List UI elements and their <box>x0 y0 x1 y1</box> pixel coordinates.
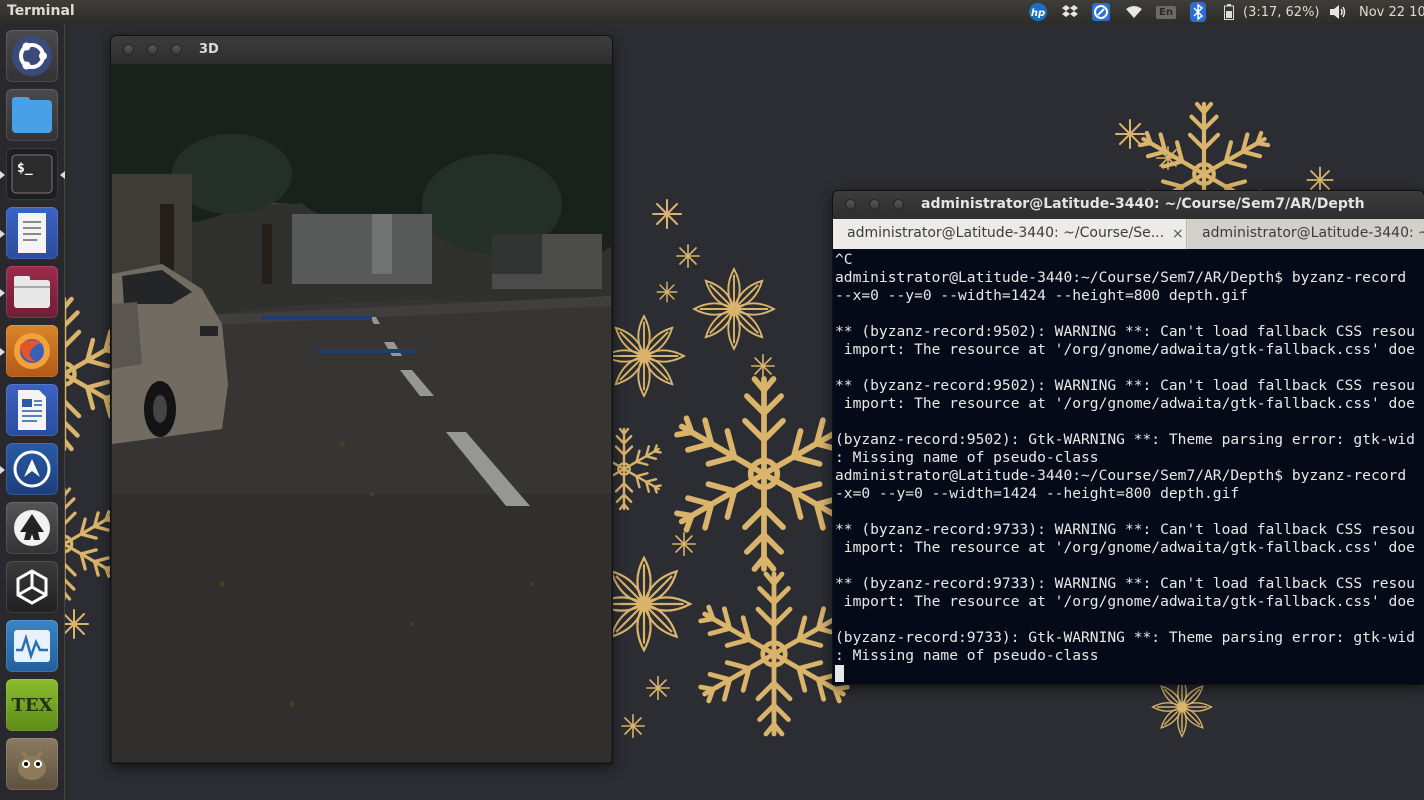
battery-status[interactable]: (3:17, 62%) <box>1243 0 1320 24</box>
maximize-icon[interactable] <box>171 44 182 55</box>
pulse-icon <box>14 630 50 662</box>
firefox-icon <box>14 333 50 369</box>
keyboard-layout-label: En <box>1156 5 1176 19</box>
window-3d: 3D <box>111 36 612 763</box>
terminal-title: administrator@Latitude-3440: ~/Course/Se… <box>921 196 1365 212</box>
terminal-line: ** (byzanz-record:9733): WARNING **: Can… <box>835 521 1415 538</box>
clock[interactable]: Nov 22 10 <box>1359 0 1424 24</box>
launcher-item-texmaker[interactable]: TEX <box>6 679 58 731</box>
launcher-item-unity[interactable] <box>6 561 58 613</box>
launcher-item-firefox[interactable] <box>0 325 58 377</box>
battery-icon[interactable] <box>1222 0 1236 24</box>
inkscape-icon <box>14 510 50 546</box>
terminal-prompt-line <box>835 665 1424 683</box>
document-icon <box>18 213 46 253</box>
wolf-icon <box>13 450 51 488</box>
svg-text:$_: $_ <box>17 161 33 176</box>
wifi-icon[interactable] <box>1124 0 1144 24</box>
terminal-icon: $_ <box>11 154 53 194</box>
terminal-tab-2[interactable]: administrator@Latitude-3440: ~/C <box>1188 219 1424 249</box>
close-icon[interactable] <box>123 44 134 55</box>
writer-icon <box>18 390 46 430</box>
volume-icon[interactable] <box>1328 0 1348 24</box>
launcher-item-libreoffice-writer[interactable] <box>6 384 58 436</box>
minimize-icon[interactable] <box>869 199 880 210</box>
terminal-line: administrator@Latitude-3440:~/Course/Sem… <box>835 269 1407 286</box>
launcher-item-terminal[interactable]: $_ <box>0 148 65 200</box>
camera-view[interactable] <box>112 64 611 762</box>
browser-tray-icon[interactable] <box>1090 0 1112 24</box>
terminal-line: ^C <box>835 251 853 268</box>
terminal-line: ** (byzanz-record:9733): WARNING **: Can… <box>835 575 1415 592</box>
terminal-window: administrator@Latitude-3440: ~/Course/Se… <box>833 191 1424 684</box>
terminal-output[interactable]: ^C administrator@Latitude-3440:~/Course/S… <box>835 249 1424 686</box>
text-cursor <box>835 665 844 682</box>
keyboard-layout-indicator[interactable]: En <box>1156 0 1176 24</box>
terminal-line: import: The resource at '/org/gnome/adwa… <box>835 341 1415 358</box>
launcher-item-files-blue[interactable] <box>6 89 58 141</box>
terminal-line: (byzanz-record:9733): Gtk-WARNING **: Th… <box>835 629 1415 646</box>
terminal-tab-1[interactable]: administrator@Latitude-3440: ~/Course/Se… <box>833 219 1187 249</box>
terminal-titlebar[interactable]: administrator@Latitude-3440: ~/Course/Se… <box>833 191 1424 219</box>
terminal-line: : Missing name of pseudo-class <box>835 449 1099 466</box>
window-3d-titlebar[interactable]: 3D <box>111 36 612 64</box>
ubuntu-logo-icon <box>12 36 52 76</box>
terminal-line: import: The resource at '/org/gnome/adwa… <box>835 539 1415 556</box>
gimp-icon <box>18 750 46 780</box>
close-icon[interactable] <box>845 199 856 210</box>
terminal-line: import: The resource at '/org/gnome/adwa… <box>835 593 1415 610</box>
terminal-line: : Missing name of pseudo-class <box>835 647 1099 664</box>
minimize-icon[interactable] <box>147 44 158 55</box>
launcher-item-system-monitor[interactable] <box>6 620 58 672</box>
terminal-line: (byzanz-record:9502): Gtk-WARNING **: Th… <box>835 431 1415 448</box>
maximize-icon[interactable] <box>893 199 904 210</box>
top-panel: Terminal hp En (3:17, 62%) Nov 22 10 <box>0 0 1424 24</box>
launcher-item-gimp[interactable] <box>6 738 58 790</box>
launcher-item-files[interactable] <box>0 266 58 318</box>
tab-close-icon[interactable]: × <box>1172 226 1184 242</box>
bluetooth-icon[interactable] <box>1188 0 1208 24</box>
dropbox-icon[interactable] <box>1060 0 1080 24</box>
launcher-item-browser[interactable] <box>0 443 58 495</box>
unity-icon <box>16 569 48 605</box>
terminal-line: --x=0 --y=0 --width=1424 --height=800 de… <box>835 287 1248 304</box>
hp-icon[interactable]: hp <box>1027 0 1049 24</box>
terminal-line: ** (byzanz-record:9502): WARNING **: Can… <box>835 377 1415 394</box>
launcher-item-text-editor[interactable] <box>0 207 58 259</box>
terminal-tab-bar: administrator@Latitude-3440: ~/Course/Se… <box>833 219 1424 249</box>
active-app-title: Terminal <box>7 3 75 19</box>
svg-text:hp: hp <box>1031 8 1045 19</box>
file-manager-icon <box>14 276 50 308</box>
terminal-line: administrator@Latitude-3440:~/Course/Sem… <box>835 467 1407 484</box>
window-3d-title: 3D <box>199 42 219 57</box>
folder-icon <box>12 97 52 133</box>
terminal-line: -x=0 --y=0 --width=1424 --height=800 dep… <box>835 485 1240 502</box>
launcher-item-ubuntu-dash[interactable] <box>6 30 58 82</box>
tex-icon: TEX <box>11 694 53 716</box>
terminal-line: import: The resource at '/org/gnome/adwa… <box>835 395 1415 412</box>
launcher-item-inkscape[interactable] <box>6 502 58 554</box>
terminal-line: ** (byzanz-record:9502): WARNING **: Can… <box>835 323 1415 340</box>
launcher: $_ TEX <box>0 24 65 800</box>
